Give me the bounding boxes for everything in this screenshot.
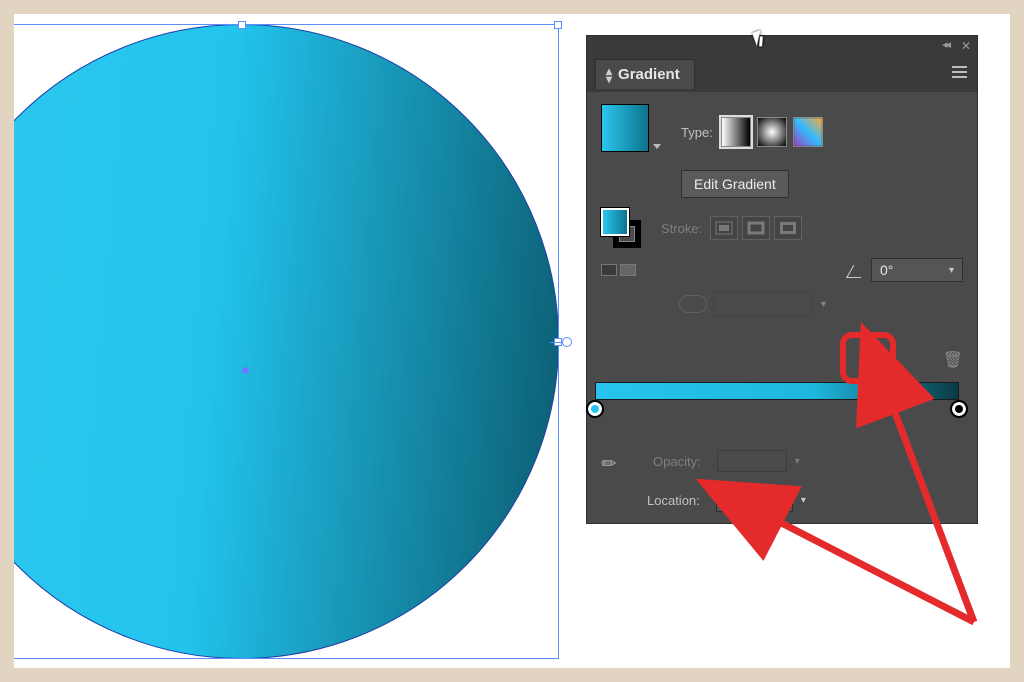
selection-bounding-box — [14, 24, 559, 659]
close-panel-icon[interactable]: ✕ — [961, 39, 971, 53]
aspect-ratio-input — [713, 292, 813, 316]
stroke-label: Stroke: — [661, 221, 702, 236]
resize-handle-top-right[interactable] — [554, 21, 562, 29]
gradient-preview-swatch[interactable] — [601, 104, 657, 160]
gradient-ramp[interactable] — [595, 382, 959, 400]
delete-stop-icon[interactable]: 🗑 — [943, 350, 963, 370]
chevron-down-icon[interactable]: ▾ — [949, 265, 954, 276]
panel-tab-row: ▴▾ Gradient — [587, 56, 977, 92]
eyedropper-icon[interactable]: ✎ — [597, 446, 627, 476]
app-frame: ◂◂ ✕ ▴▾ Gradient Type: — [14, 14, 1010, 668]
opacity-input — [717, 450, 787, 472]
panel-menu-icon[interactable] — [952, 66, 967, 78]
location-label: Location: — [647, 493, 700, 508]
panel-cycle-icon[interactable]: ▴▾ — [606, 67, 612, 83]
angle-icon — [843, 259, 865, 281]
fill-swatch[interactable] — [601, 208, 629, 236]
opacity-label: Opacity: — [653, 454, 701, 469]
type-freeform-button[interactable] — [793, 117, 823, 147]
stroke-align-outside[interactable] — [774, 216, 802, 240]
chevron-down-icon: ▾ — [795, 456, 800, 467]
fill-stroke-toggle[interactable] — [601, 208, 641, 248]
edit-gradient-button[interactable]: Edit Gradient — [681, 170, 789, 198]
type-radial-button[interactable] — [757, 117, 787, 147]
gradient-midpoint-handle[interactable] — [883, 368, 898, 383]
type-linear-button[interactable] — [721, 117, 751, 147]
swatch-dropdown-caret[interactable] — [653, 144, 661, 149]
reverse-gradient-button[interactable] — [601, 264, 636, 276]
stroke-align-center[interactable] — [742, 216, 770, 240]
location-value: 81.4134% — [723, 492, 786, 508]
aspect-ratio-icon — [679, 295, 707, 313]
type-label: Type: — [681, 125, 713, 140]
angle-input[interactable]: 0° ▾ — [871, 258, 963, 282]
shape-center-indicator — [242, 367, 249, 374]
gradient-slider[interactable]: 🗑 — [595, 382, 959, 400]
location-input[interactable]: 81.4134% — [716, 488, 793, 512]
chevron-down-icon: ▾ — [821, 299, 826, 310]
stroke-align-inside[interactable] — [710, 216, 738, 240]
panel-titlebar[interactable]: ◂◂ ✕ — [587, 36, 977, 56]
panel-body: Type: Edit Gradient Stroke: — [587, 92, 977, 523]
angle-value: 0° — [880, 262, 893, 278]
gradient-panel: ◂◂ ✕ ▴▾ Gradient Type: — [587, 36, 977, 523]
tab-gradient[interactable]: ▴▾ Gradient — [595, 59, 695, 89]
chevron-down-icon[interactable]: ▾ — [801, 495, 806, 506]
tab-label: Gradient — [618, 66, 680, 83]
collapse-panel-icon[interactable]: ◂◂ — [942, 38, 949, 51]
gradient-stop-start[interactable] — [586, 400, 604, 418]
anchor-connector — [550, 342, 562, 343]
anchor-point-ring[interactable] — [562, 337, 572, 347]
resize-handle-top[interactable] — [238, 21, 246, 29]
gradient-stop-end[interactable] — [950, 400, 968, 418]
